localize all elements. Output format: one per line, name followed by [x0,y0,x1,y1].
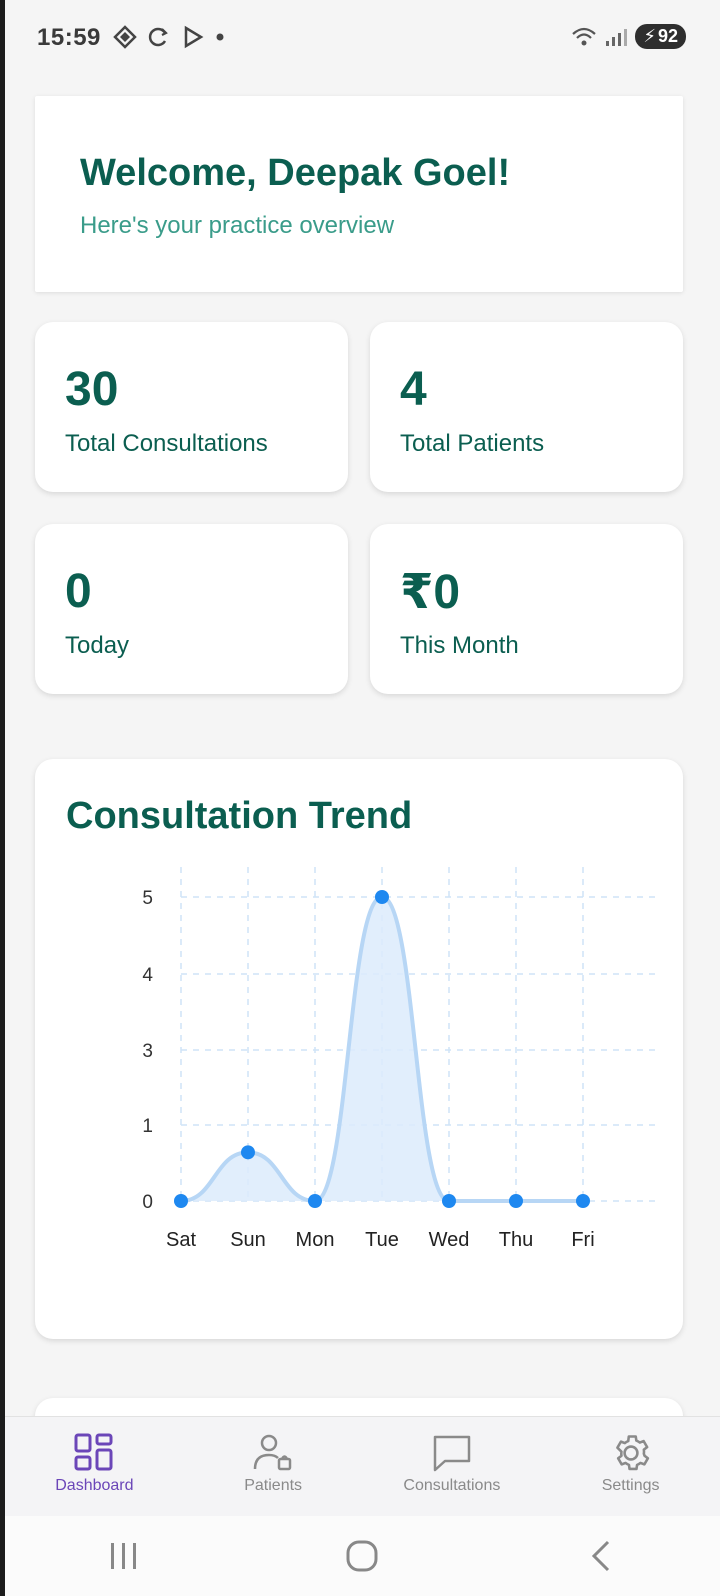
nav-label: Dashboard [55,1477,134,1494]
nav-item-consultations[interactable]: Consultations [363,1417,542,1517]
x-tick-label: Fri [571,1229,594,1251]
data-point [241,1145,255,1160]
x-tick-label: Sat [166,1229,196,1251]
signal-icon [606,28,628,46]
play-store-icon [184,25,204,49]
data-point [442,1194,456,1208]
stat-card-this-month[interactable]: ₹0 This Month [370,524,683,694]
data-point [375,890,389,904]
stat-card-today[interactable]: 0 Today [35,524,348,694]
dot-icon [216,33,224,41]
y-tick-label: 1 [142,1116,153,1137]
dashboard-icon [74,1433,113,1471]
nav-item-settings[interactable]: Settings [541,1417,720,1517]
charging-icon: ⚡ [643,26,656,46]
status-time: 15:59 [37,24,101,51]
series-area [181,897,583,1201]
system-status-icons: ⚡ 92 [571,24,686,49]
bottom-navigation: Dashboard Patients Consultations Setting… [5,1416,720,1517]
y-tick-label: 0 [142,1192,153,1213]
x-tick-label: Mon [296,1229,335,1251]
diamond-app-icon [113,25,137,49]
x-tick-label: Thu [499,1229,533,1251]
stat-value: 4 [400,363,427,416]
welcome-card: Welcome, Deepak Goel! Here's your practi… [35,96,683,292]
x-tick-label: Sun [230,1229,266,1251]
stat-value: ₹0 [400,566,461,619]
back-icon [591,1540,609,1572]
stat-value: 30 [65,363,119,416]
chat-bubble-icon [433,1435,471,1472]
window-edge [0,0,5,1596]
nav-item-dashboard[interactable]: Dashboard [5,1417,184,1517]
battery-indicator: ⚡ 92 [635,24,686,49]
home-icon [346,1540,378,1572]
patients-icon [253,1434,292,1471]
back-button[interactable] [561,1526,641,1586]
x-tick-label: Tue [365,1229,399,1251]
stat-card-total-patients[interactable]: 4 Total Patients [370,322,683,492]
nav-label: Settings [601,1477,660,1494]
y-tick-label: 3 [142,1041,153,1062]
stat-label: Total Patients [400,430,545,457]
stat-card-total-consultations[interactable]: 30 Total Consultations [35,322,348,492]
wifi-icon [572,27,597,45]
recent-apps-icon [111,1543,137,1569]
status-bar: 15:59 ⚡ 92 [5,0,720,80]
y-tick-label: 5 [142,888,153,909]
data-point [576,1194,590,1208]
consultation-trend-chart: 0 1 3 4 5 Sat Sun Mon Tue Wed Thu Fri [142,867,655,1251]
x-tick-label: Wed [429,1229,470,1251]
nav-label: Consultations [403,1477,501,1494]
recent-apps-button[interactable] [84,1526,164,1586]
data-point [308,1194,322,1208]
battery-level: 92 [657,26,678,46]
consultation-trend-card: Consultation Trend 0 1 3 4 5 Sat Sun Mon Tue Wed T… [35,759,683,1339]
gear-icon [615,1435,649,1471]
nav-item-patients[interactable]: Patients [184,1417,363,1517]
welcome-subtitle: Here's your practice overview [80,212,395,239]
y-tick-label: 4 [142,965,153,986]
chart-title: Consultation Trend [66,795,413,837]
home-button[interactable] [322,1526,402,1586]
data-point [174,1194,188,1208]
system-navigation-bar [5,1516,720,1596]
welcome-title: Welcome, Deepak Goel! [80,152,511,194]
data-point [509,1194,523,1208]
sync-icon [148,27,168,47]
notification-icons [113,25,225,49]
stat-value: 0 [65,565,92,618]
stat-label: Total Consultations [65,430,268,457]
nav-label: Patients [244,1477,303,1494]
stat-label: This Month [400,632,519,659]
stat-label: Today [65,632,130,659]
